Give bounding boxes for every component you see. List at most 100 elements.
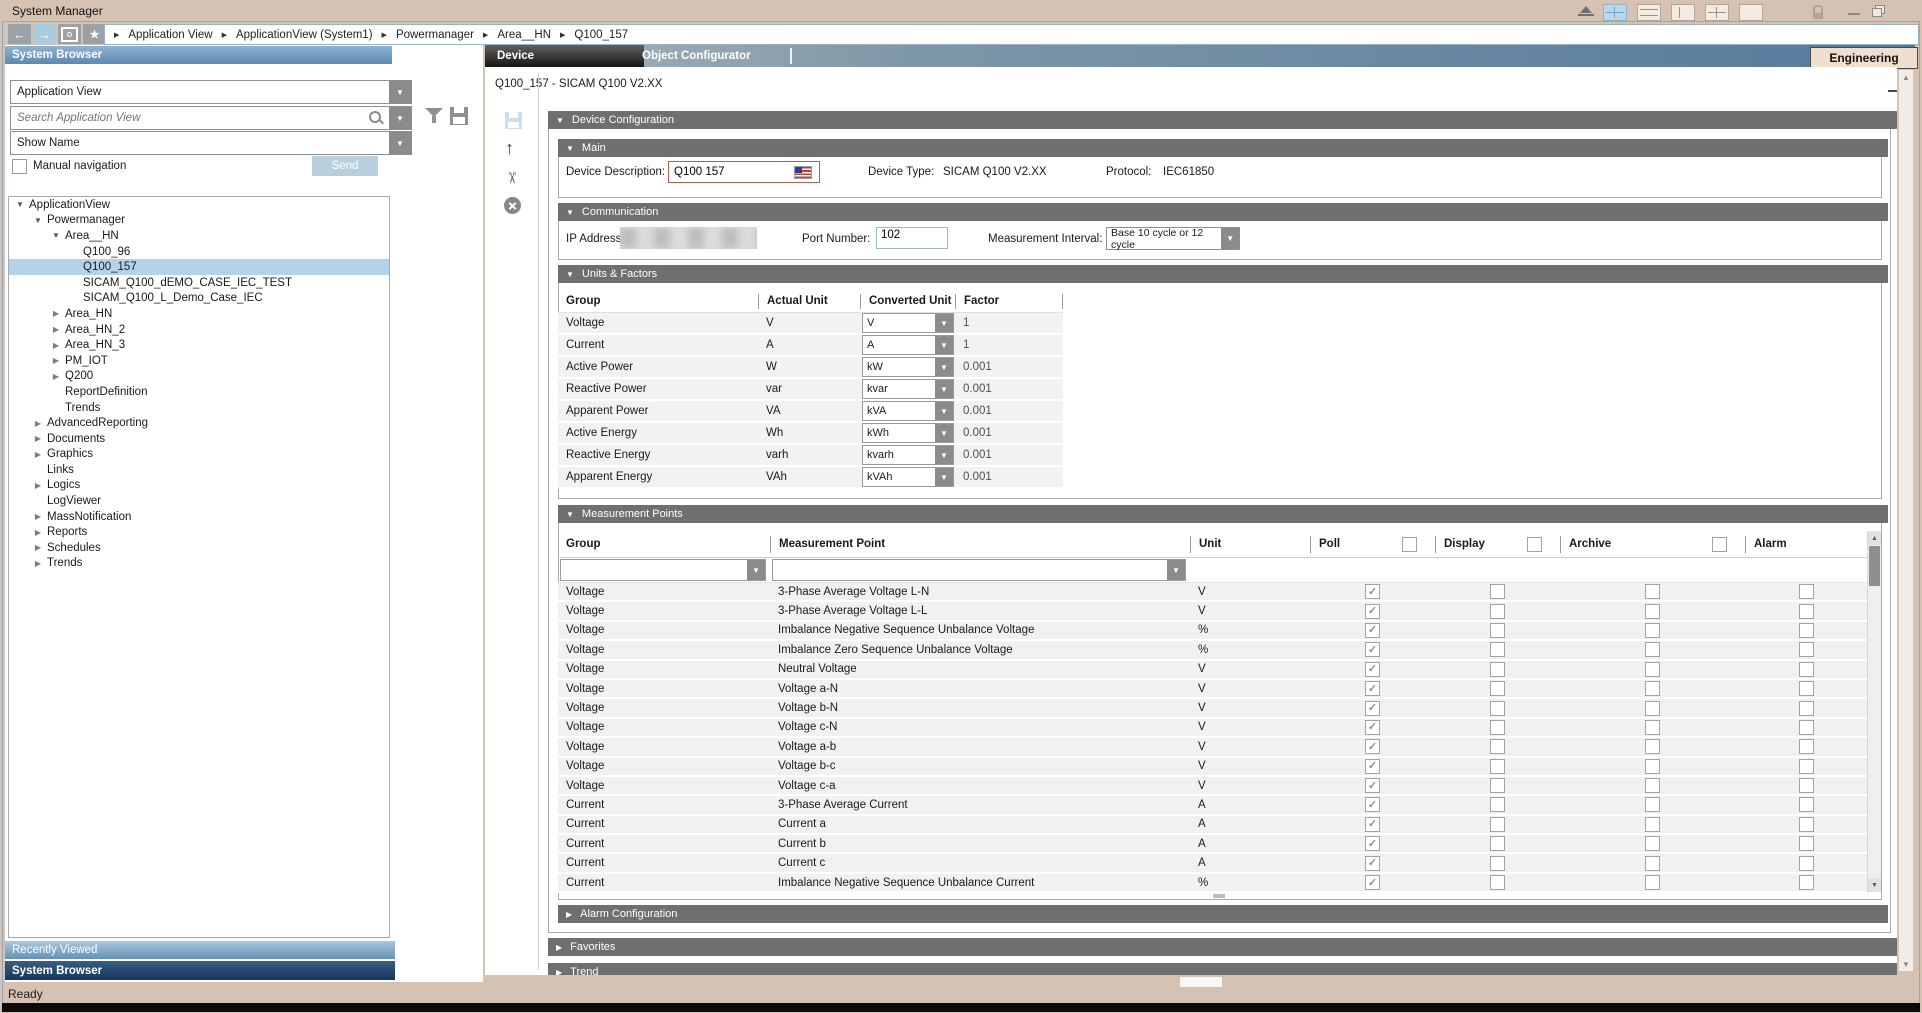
move-up-icon[interactable]: ↑ <box>505 139 514 157</box>
display-checkbox[interactable] <box>1490 875 1505 890</box>
section-units-factors[interactable]: ▼ Units & Factors <box>558 265 1888 283</box>
chevron-collapsed-icon[interactable]: ▶ <box>50 309 62 318</box>
table-row[interactable]: VoltageNeutral VoltageV✓ <box>558 661 1868 680</box>
poll-checkbox[interactable]: ✓ <box>1365 836 1380 851</box>
archive-checkbox[interactable] <box>1645 817 1660 832</box>
alarm-checkbox[interactable] <box>1799 681 1814 696</box>
chevron-down-icon[interactable]: ▼ <box>747 560 765 580</box>
horizontal-scrollbar-thumb[interactable] <box>1180 977 1222 987</box>
minimize-button[interactable] <box>1848 13 1860 15</box>
converted-unit-select[interactable]: kVAh▼ <box>862 467 954 487</box>
filter-icon[interactable] <box>425 108 443 126</box>
archive-checkbox[interactable] <box>1645 778 1660 793</box>
scroll-down-icon[interactable]: ▼ <box>1899 957 1913 971</box>
chevron-collapsed-icon[interactable]: ▶ <box>50 356 62 365</box>
alarm-checkbox[interactable] <box>1799 604 1814 619</box>
tree-item-Q100_96[interactable]: Q100_96 <box>9 244 389 260</box>
cut-icon[interactable]: ✂ <box>502 171 522 184</box>
poll-checkbox[interactable]: ✓ <box>1365 623 1380 638</box>
archive-checkbox[interactable] <box>1645 584 1660 599</box>
display-mode-select[interactable]: Show Name ▼ <box>10 131 412 155</box>
display-checkbox[interactable] <box>1490 778 1505 793</box>
poll-checkbox[interactable]: ✓ <box>1365 720 1380 735</box>
chevron-down-icon[interactable]: ▼ <box>389 81 411 103</box>
search-input[interactable] <box>11 111 369 125</box>
tree-item-Trends[interactable]: Trends <box>9 400 389 416</box>
alarm-checkbox[interactable] <box>1799 856 1814 871</box>
display-checkbox[interactable] <box>1490 701 1505 716</box>
tab-object-configurator[interactable]: Object Configurator <box>632 45 796 67</box>
tree-item-ApplicationView[interactable]: ▼ApplicationView <box>9 197 389 213</box>
poll-checkbox[interactable]: ✓ <box>1365 875 1380 890</box>
chevron-down-icon[interactable]: ▼ <box>935 402 953 420</box>
display-checkbox[interactable] <box>1490 584 1505 599</box>
archive-checkbox[interactable] <box>1645 720 1660 735</box>
layout-quad-icon[interactable] <box>1603 4 1627 21</box>
display-checkbox[interactable] <box>1490 856 1505 871</box>
measurement-table-scrollbar[interactable]: ▲ ▼ <box>1867 531 1881 892</box>
tree-item-Q100_157[interactable]: Q100_157 <box>9 259 389 275</box>
ip-address-field-redacted[interactable] <box>620 227 757 249</box>
display-checkbox[interactable] <box>1490 681 1505 696</box>
alarm-checkbox[interactable] <box>1799 797 1814 812</box>
cancel-icon[interactable] <box>504 197 521 214</box>
alarm-checkbox[interactable] <box>1799 759 1814 774</box>
archive-checkbox[interactable] <box>1645 604 1660 619</box>
restore-button[interactable] <box>1872 5 1884 16</box>
chevron-down-icon[interactable]: ▼ <box>1167 560 1185 580</box>
display-checkbox[interactable] <box>1490 739 1505 754</box>
archive-checkbox[interactable] <box>1645 875 1660 890</box>
scroll-down-icon[interactable]: ▼ <box>1868 878 1881 892</box>
tree-item-Trends[interactable]: ▶Trends <box>9 556 389 572</box>
back-button[interactable]: ← <box>8 24 31 44</box>
alarm-checkbox[interactable] <box>1799 623 1814 638</box>
display-checkbox[interactable] <box>1490 797 1505 812</box>
chevron-down-icon[interactable]: ▼ <box>1221 228 1239 249</box>
section-main[interactable]: ▼ Main <box>558 139 1888 157</box>
poll-checkbox[interactable]: ✓ <box>1365 662 1380 677</box>
poll-checkbox[interactable]: ✓ <box>1365 856 1380 871</box>
tree-item-Documents[interactable]: ▶Documents <box>9 431 389 447</box>
layout-grid-icon[interactable] <box>1705 4 1729 21</box>
poll-checkbox[interactable]: ✓ <box>1365 797 1380 812</box>
favorites-button[interactable]: ★ <box>83 24 106 44</box>
converted-unit-select[interactable]: kWh▼ <box>862 423 954 443</box>
table-row[interactable]: VoltageVoltage b-cV✓ <box>558 758 1868 777</box>
device-description-input[interactable] <box>669 165 788 179</box>
alarm-checkbox[interactable] <box>1799 584 1814 599</box>
tree-item-ReportDefinition[interactable]: ReportDefinition <box>9 384 389 400</box>
tree-item-Area_HN[interactable]: ▶Area_HN <box>9 306 389 322</box>
display-checkbox[interactable] <box>1490 720 1505 735</box>
section-favorites[interactable]: ▶ Favorites <box>548 938 1897 956</box>
layout-vertical-split-icon[interactable] <box>1671 4 1695 21</box>
table-row[interactable]: VoltageVoltage c-NV✓ <box>558 719 1868 738</box>
archive-checkbox[interactable] <box>1645 681 1660 696</box>
tab-device[interactable]: Device <box>485 45 644 67</box>
table-row[interactable]: VoltageVoltage c-aV✓ <box>558 777 1868 796</box>
tree-item-Q200[interactable]: ▶Q200 <box>9 369 389 385</box>
converted-unit-select[interactable]: kVA▼ <box>862 401 954 421</box>
layout-single-icon[interactable] <box>1739 4 1763 21</box>
poll-checkbox[interactable]: ✓ <box>1365 604 1380 619</box>
recent-history-button[interactable] <box>58 24 81 44</box>
chevron-expanded-icon[interactable]: ▼ <box>32 216 44 225</box>
save-search-icon[interactable] <box>450 107 468 125</box>
device-description-field[interactable] <box>668 161 820 183</box>
alarm-checkbox[interactable] <box>1799 642 1814 657</box>
mp-header-checkbox-display[interactable] <box>1527 537 1542 552</box>
section-measurement-points[interactable]: ▼ Measurement Points <box>558 505 1888 523</box>
tree-item-Graphics[interactable]: ▶Graphics <box>9 447 389 463</box>
poll-checkbox[interactable]: ✓ <box>1365 642 1380 657</box>
tree-item-LogViewer[interactable]: LogViewer <box>9 493 389 509</box>
port-number-input[interactable] <box>877 228 943 242</box>
chevron-collapsed-icon[interactable]: ▶ <box>32 434 44 443</box>
tree-item-MassNotification[interactable]: ▶MassNotification <box>9 509 389 525</box>
mp-header-checkbox-archive[interactable] <box>1712 537 1727 552</box>
chevron-collapsed-icon[interactable]: ▶ <box>32 481 44 490</box>
chevron-down-icon[interactable]: ▼ <box>935 358 953 376</box>
chevron-expanded-icon[interactable]: ▼ <box>50 231 62 240</box>
scroll-up-icon[interactable]: ▲ <box>1868 531 1881 545</box>
breadcrumb-item[interactable]: ApplicationView (System1) <box>236 29 373 41</box>
view-select[interactable]: Application View ▼ <box>10 80 412 104</box>
tree-item-Reports[interactable]: ▶Reports <box>9 524 389 540</box>
